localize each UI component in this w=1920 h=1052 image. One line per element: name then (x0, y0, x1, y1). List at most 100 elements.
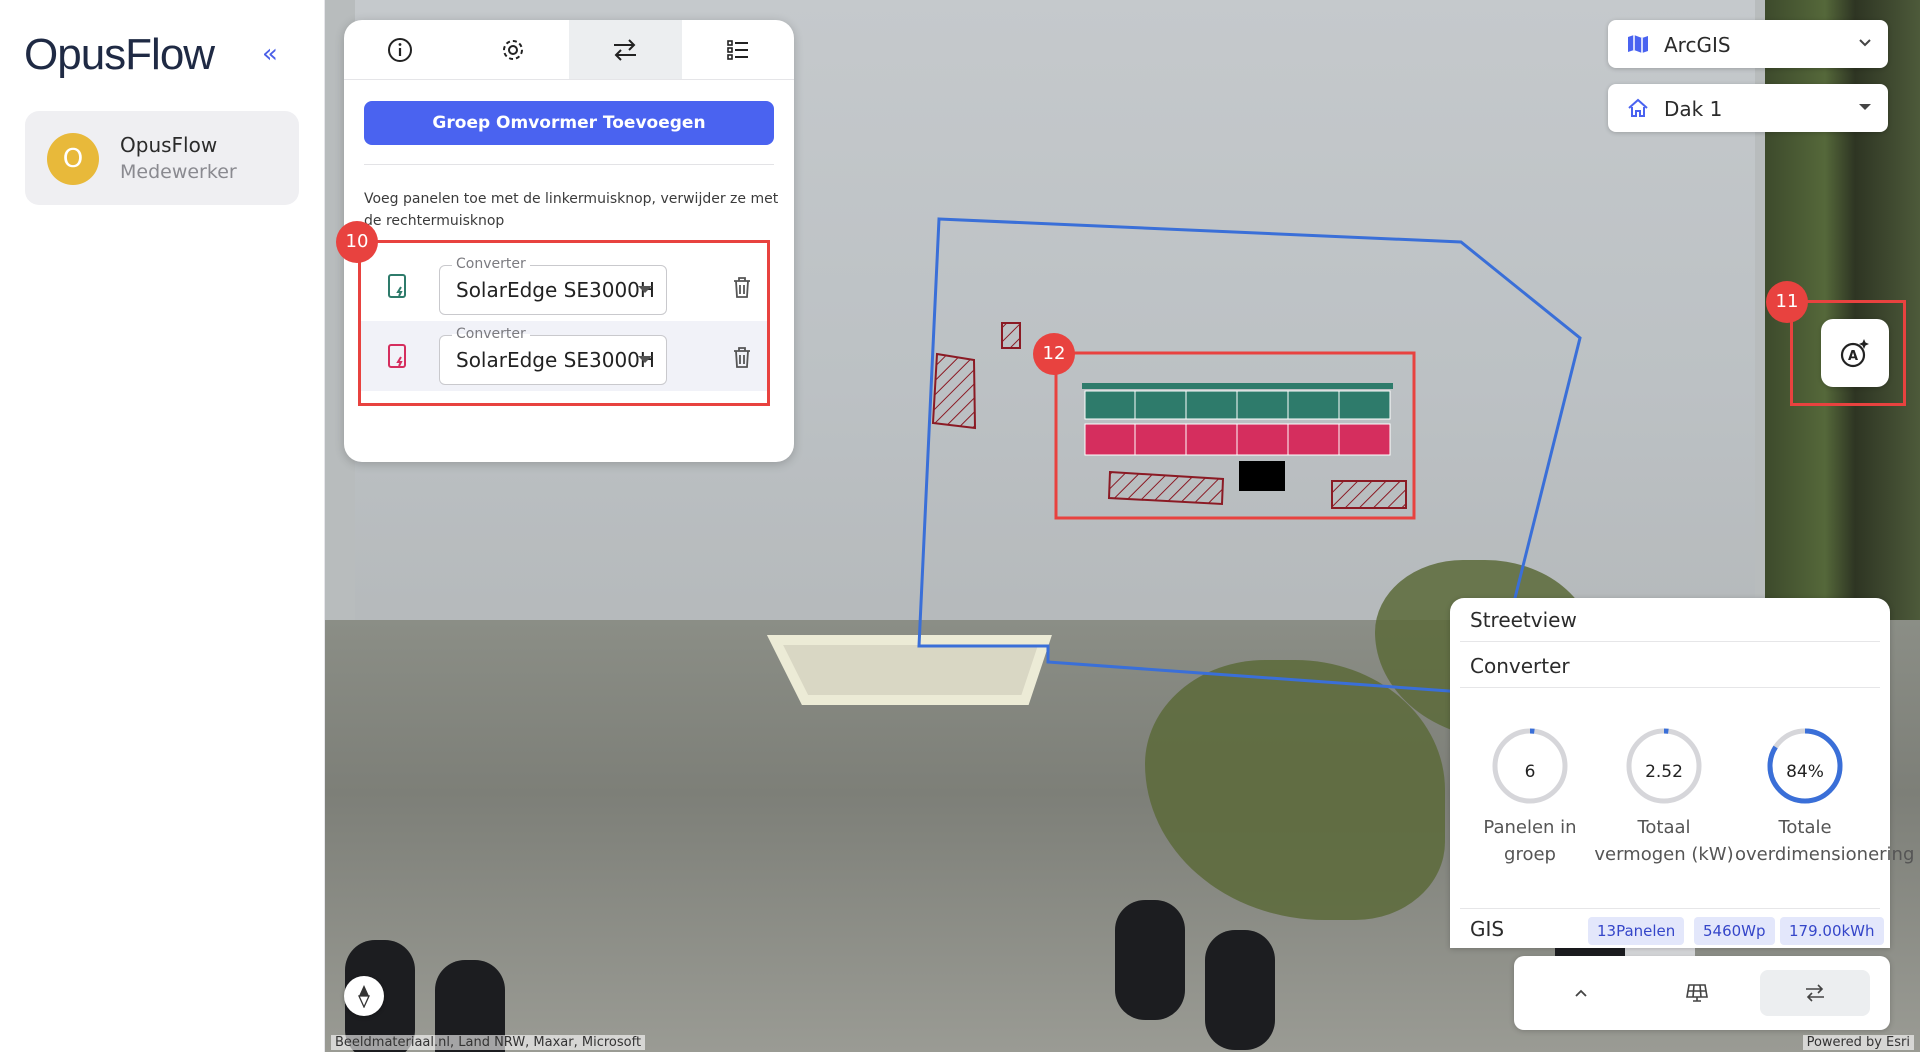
gis-chip-wp: 5460Wp (1694, 917, 1775, 945)
solar-panel[interactable] (1185, 390, 1238, 420)
user-role: Medewerker (120, 161, 237, 183)
stat-label: Panelen in groep (1483, 817, 1577, 865)
converter-icon (388, 344, 406, 368)
panels-mode-button[interactable] (1642, 970, 1752, 1016)
stat-value: 84% (1786, 762, 1824, 782)
user-name: OpusFlow (120, 133, 218, 157)
stat-label: Totaal vermogen (kW) (1594, 817, 1734, 865)
obstacle[interactable] (931, 352, 977, 430)
converter-row[interactable]: Converter SolarEdge SE3000H (361, 321, 767, 391)
solar-panel[interactable] (1236, 423, 1289, 456)
solar-panel[interactable] (1287, 423, 1340, 456)
solar-panel[interactable] (1134, 423, 1187, 456)
converter-select[interactable]: Converter SolarEdge SE3000H (439, 256, 667, 315)
avatar: O (47, 133, 99, 185)
bottom-toolbar (1514, 956, 1890, 1030)
obstacle[interactable] (1331, 480, 1407, 509)
list-icon (726, 39, 748, 60)
streetview-row[interactable]: Streetview (1460, 598, 1880, 642)
auto-detect-icon: A (1840, 339, 1869, 368)
basemap-select[interactable]: ArcGIS (1608, 20, 1888, 68)
step-badge-12: 12 (1033, 333, 1075, 375)
compass-icon (357, 985, 371, 1008)
chevron-down-icon (638, 286, 652, 293)
obstacle[interactable] (1001, 322, 1021, 349)
collapse-sidebar-icon[interactable]: « (262, 40, 286, 68)
stat-value: 6 (1524, 762, 1536, 782)
solar-panel[interactable] (1287, 390, 1340, 420)
stat-label: Totale overdimensionering (1735, 817, 1915, 865)
instructions-text: Voeg panelen toe met de linkermuisknop, … (364, 191, 779, 229)
panel-row-red (1084, 423, 1391, 456)
gis-row: GIS 13Panelen 5460Wp 179.00kWh (1460, 908, 1884, 948)
solar-panel[interactable] (1338, 423, 1391, 456)
solar-panel[interactable] (1084, 423, 1136, 456)
roof-value: Dak 1 (1664, 97, 1723, 121)
map-icon (1628, 35, 1648, 53)
roof-mode-button[interactable] (1526, 970, 1636, 1016)
solar-panel[interactable] (1185, 423, 1238, 456)
converter-select-value: SolarEdge SE3000H (456, 278, 655, 302)
swap-arrows-icon (1806, 984, 1824, 1002)
gis-chip-kwh: 179.00kWh (1780, 917, 1884, 945)
solar-panel[interactable] (1236, 390, 1289, 420)
panel-row-green (1084, 390, 1391, 420)
stat-value: 2.52 (1645, 762, 1683, 782)
roof-select[interactable]: Dak 1 (1608, 84, 1888, 132)
swap-arrows-icon (614, 38, 637, 61)
solar-panel[interactable] (1084, 390, 1136, 420)
home-icon (1628, 98, 1648, 117)
caret-down-icon (1859, 104, 1871, 110)
app-logo[interactable]: OpusFlow (24, 30, 215, 80)
divider (364, 164, 774, 165)
tool-tabs (344, 20, 794, 80)
basemap-value: ArcGIS (1664, 33, 1731, 57)
gear-icon (502, 39, 523, 60)
user-card[interactable]: O OpusFlow Medewerker (25, 111, 299, 205)
step-badge-11: 11 (1766, 281, 1808, 323)
converter-icon (388, 274, 406, 298)
solar-panel[interactable] (1134, 390, 1187, 420)
converter-group-list: Converter SolarEdge SE3000H Converter So… (358, 240, 770, 406)
tab-info[interactable] (344, 20, 457, 79)
converter-select-label: Converter (452, 326, 530, 342)
trash-icon[interactable] (731, 345, 753, 369)
obstacle[interactable] (1107, 470, 1225, 506)
ai-detect-button[interactable]: A (1821, 319, 1889, 387)
solar-panel-icon (1686, 984, 1708, 1002)
tab-converters[interactable] (569, 20, 682, 79)
info-panel: Streetview Converter 6 Panelen in groep … (1450, 598, 1915, 948)
converter-mode-button[interactable] (1760, 970, 1870, 1016)
tab-list[interactable] (682, 20, 795, 79)
stats-section: 6 Panelen in groep 2.52 Totaal vermogen … (1460, 708, 1915, 908)
stat-panels: 6 Panelen in groep (1460, 726, 1600, 868)
powered-by: Powered by Esri (1802, 1035, 1914, 1050)
sidebar: OpusFlow « O OpusFlow Medewerker (0, 0, 325, 1052)
compass-button[interactable] (344, 976, 384, 1016)
tab-settings[interactable] (457, 20, 570, 79)
add-converter-group-button[interactable]: Groep Omvormer Toevoegen (364, 101, 774, 145)
stat-power: 2.52 Totaal vermogen (kW) (1594, 726, 1734, 868)
chevron-down-icon (638, 356, 652, 363)
chevron-down-icon (1859, 39, 1871, 47)
solar-panel[interactable] (1338, 390, 1391, 420)
trash-icon[interactable] (731, 275, 753, 299)
chevron-up-icon (1575, 989, 1587, 997)
svg-text:A: A (1848, 349, 1858, 364)
roof-structure (766, 635, 1052, 705)
converter-row[interactable]: Converter SolarEdge SE3000H (361, 251, 767, 321)
converter-select[interactable]: Converter SolarEdge SE3000H (439, 326, 667, 385)
info-icon (388, 37, 413, 62)
tool-panel: Groep Omvormer Toevoegen Voeg panelen to… (344, 20, 794, 462)
ai-detect-highlight: A (1790, 300, 1906, 406)
stat-oversizing: 84% Totale overdimensionering (1735, 726, 1915, 868)
map-attribution: Beeldmateriaal.nl, Land NRW, Maxar, Micr… (331, 1035, 646, 1050)
gis-chip-panels: 13Panelen (1588, 917, 1685, 945)
converter-row-header[interactable]: Converter (1460, 644, 1880, 688)
gis-label: GIS (1470, 917, 1505, 941)
step-badge-10: 10 (336, 221, 378, 263)
panel-rail (1082, 383, 1393, 389)
obstacle-block[interactable] (1239, 461, 1285, 491)
converter-select-label: Converter (452, 256, 530, 272)
converter-select-value: SolarEdge SE3000H (456, 348, 655, 372)
